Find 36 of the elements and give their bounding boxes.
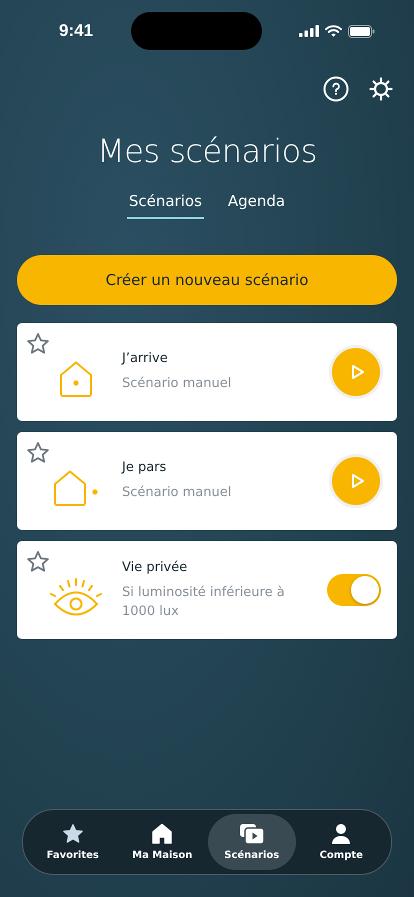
person-icon <box>330 823 352 845</box>
media-stack-icon <box>238 823 265 845</box>
house-icon <box>59 361 93 397</box>
star-icon <box>62 823 84 845</box>
play-icon <box>350 473 364 489</box>
tab[interactable]: Scénarios <box>126 188 204 219</box>
scenario-description: Si luminosité inférieure à 1000 lux <box>122 584 286 620</box>
create-scenario-button[interactable]: Créer un nouveau scénario <box>17 255 397 305</box>
help-icon[interactable] <box>323 76 349 102</box>
nav-tab[interactable]: Scénarios <box>208 814 296 870</box>
star-icon[interactable] <box>26 550 50 574</box>
scenario-name: Je pars <box>122 460 168 475</box>
scenario-card[interactable]: Je pars Scénario manuel <box>17 432 397 530</box>
nav-tab[interactable]: Ma Maison <box>118 814 206 870</box>
nav-tab[interactable]: Compte <box>298 814 385 870</box>
scenario-description: Scénario manuel <box>122 375 232 393</box>
scenario-name: J’arrive <box>122 351 169 366</box>
nav-tab[interactable]: Favorites <box>29 814 116 870</box>
scenario-card[interactable]: J’arrive Scénario manuel <box>17 323 397 421</box>
house-icon <box>53 470 99 506</box>
house-icon <box>151 823 174 845</box>
star-icon[interactable] <box>26 441 50 465</box>
settings-icon[interactable] <box>369 77 393 101</box>
page-title: Mes scénarios <box>96 132 318 170</box>
signal-icon <box>299 25 319 37</box>
toggle-switch[interactable] <box>327 574 381 606</box>
status-time: 9:41 <box>59 21 94 41</box>
eye-icon <box>49 577 103 617</box>
scenario-name: Vie privée <box>122 560 188 574</box>
wifi-icon <box>325 25 342 37</box>
play-icon <box>350 364 364 380</box>
star-icon[interactable] <box>26 332 50 356</box>
tab[interactable]: Agenda <box>226 188 288 219</box>
battery-icon <box>348 24 375 38</box>
scenario-description: Scénario manuel <box>122 484 232 502</box>
scenario-card[interactable]: Vie privée Si luminosité inférieure à 1000 lux <box>17 541 397 639</box>
